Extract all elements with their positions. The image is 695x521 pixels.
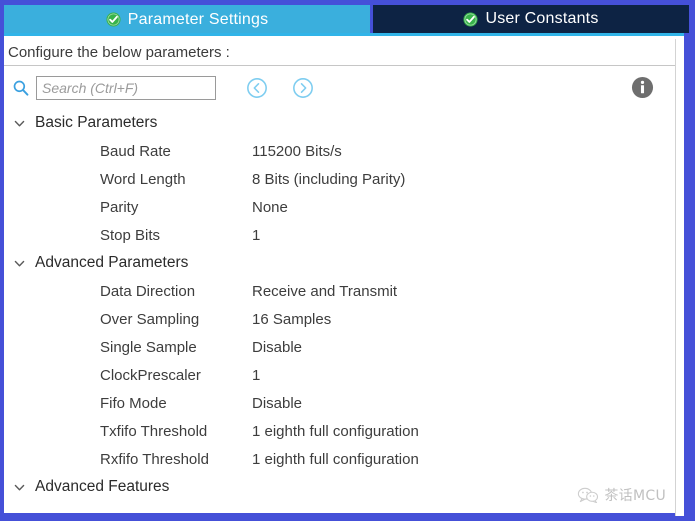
param-value[interactable]: None xyxy=(252,199,288,216)
tab-parameter-settings[interactable]: Parameter Settings xyxy=(4,5,370,33)
param-row-stop-bits[interactable]: Stop Bits 1 xyxy=(4,221,676,249)
param-name: ClockPrescaler xyxy=(100,366,201,384)
configure-instruction-text: Configure the below parameters : xyxy=(8,43,230,61)
param-row-single-sample[interactable]: Single Sample Disable xyxy=(4,333,676,361)
param-name: Over Sampling xyxy=(100,310,200,328)
param-value[interactable]: Disable xyxy=(252,395,302,412)
chevron-down-icon xyxy=(14,484,25,490)
tree-group-label: Basic Parameters xyxy=(35,114,158,131)
param-value[interactable]: 1 xyxy=(252,367,260,384)
param-name: Data Direction xyxy=(100,282,196,300)
tab-label: User Constants xyxy=(485,10,599,27)
param-value[interactable]: Receive and Transmit xyxy=(252,283,397,300)
param-row-over-sampling[interactable]: Over Sampling 16 Samples xyxy=(4,305,676,333)
chevron-down-icon xyxy=(14,120,25,126)
tab-bar: Parameter Settings User Constants xyxy=(0,0,695,33)
param-value[interactable]: 1 xyxy=(252,227,260,244)
param-row-clock-prescaler[interactable]: ClockPrescaler 1 xyxy=(4,361,676,389)
tree-group-label: Advanced Features xyxy=(35,478,170,495)
param-row-txfifo-threshold[interactable]: Txfifo Threshold 1 eighth full configura… xyxy=(4,417,676,445)
parameter-tree: Basic Parameters Baud Rate 115200 Bits/s… xyxy=(4,109,676,513)
tree-group-advanced-parameters[interactable]: Advanced Parameters xyxy=(4,249,676,277)
param-value[interactable]: 115200 Bits/s xyxy=(252,143,342,160)
check-circle-icon xyxy=(463,11,478,27)
param-name: Word Length xyxy=(100,170,186,188)
param-row-rxfifo-threshold[interactable]: Rxfifo Threshold 1 eighth full configura… xyxy=(4,445,676,473)
chevron-down-icon xyxy=(14,260,25,266)
param-row-baud-rate[interactable]: Baud Rate 115200 Bits/s xyxy=(4,137,676,165)
param-value[interactable]: 1 eighth full configuration xyxy=(252,451,419,468)
search-icon[interactable] xyxy=(12,79,30,97)
search-previous-button[interactable] xyxy=(246,77,268,99)
tree-group-basic-parameters[interactable]: Basic Parameters xyxy=(4,109,676,137)
info-icon[interactable] xyxy=(631,76,654,99)
param-name: Single Sample xyxy=(100,338,197,356)
search-input[interactable] xyxy=(36,76,216,100)
param-name: Rxfifo Threshold xyxy=(100,450,209,468)
param-row-fifo-mode[interactable]: Fifo Mode Disable xyxy=(4,389,676,417)
param-name: Txfifo Threshold xyxy=(100,422,208,440)
param-value[interactable]: Disable xyxy=(252,339,302,356)
param-row-data-direction[interactable]: Data Direction Receive and Transmit xyxy=(4,277,676,305)
tab-user-constants[interactable]: User Constants xyxy=(373,5,689,33)
settings-panel: Configure the below parameters : Search … xyxy=(4,33,684,516)
scroll-gutter[interactable] xyxy=(675,39,684,516)
param-name: Stop Bits xyxy=(100,226,161,244)
param-row-word-length[interactable]: Word Length 8 Bits (including Parity) xyxy=(4,165,676,193)
param-value[interactable]: 16 Samples xyxy=(252,311,331,328)
configure-instruction-bar: Configure the below parameters : xyxy=(4,39,684,66)
param-name: Baud Rate xyxy=(100,142,171,160)
param-row-parity[interactable]: Parity None xyxy=(4,193,676,221)
tab-label: Parameter Settings xyxy=(127,10,269,28)
parameter-settings-window: Parameter Settings User Constants Config… xyxy=(0,0,695,521)
param-name: Fifo Mode xyxy=(100,394,167,412)
tree-group-label: Advanced Parameters xyxy=(35,254,189,271)
param-value[interactable]: 8 Bits (including Parity) xyxy=(252,171,405,188)
search-toolbar xyxy=(4,67,676,109)
tree-group-advanced-features[interactable]: Advanced Features xyxy=(4,473,676,501)
param-value[interactable]: 1 eighth full configuration xyxy=(252,423,419,440)
search-next-button[interactable] xyxy=(292,77,314,99)
param-name: Parity xyxy=(100,198,139,216)
check-circle-icon xyxy=(106,12,121,27)
